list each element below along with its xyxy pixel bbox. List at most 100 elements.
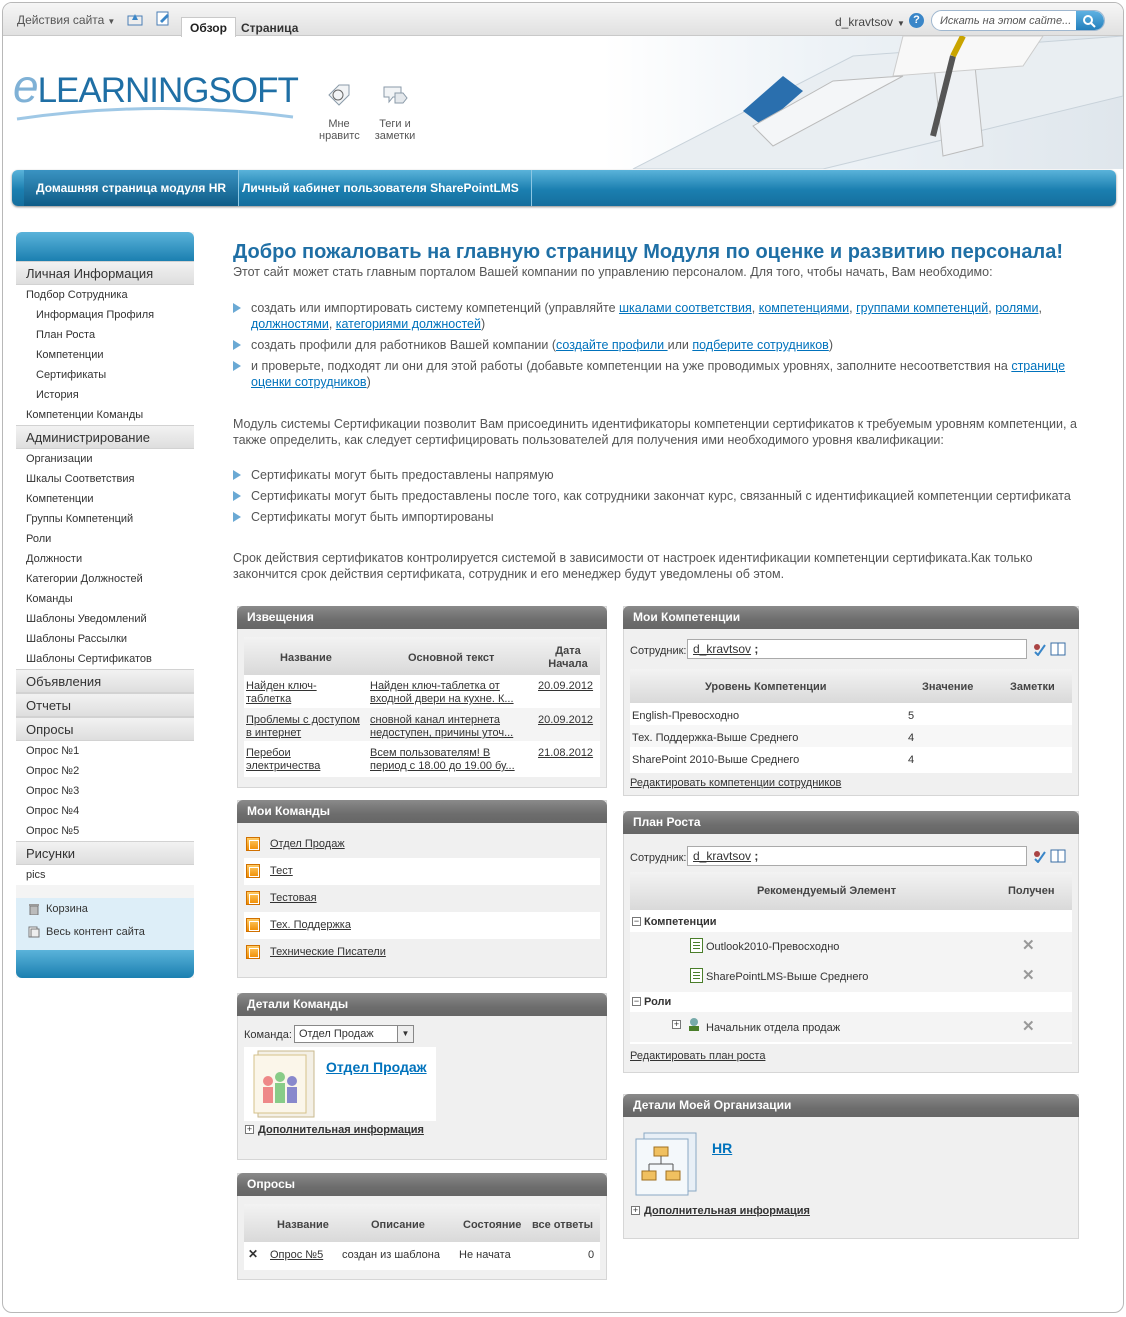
all-site-content-link[interactable]: Весь контент сайта: [16, 921, 194, 944]
nav-hr-home[interactable]: Домашняя страница модуля HR: [24, 170, 240, 206]
link-select-employees[interactable]: подберите сотрудников: [692, 338, 828, 352]
col-received[interactable]: Получен: [1008, 885, 1054, 898]
sidebar-item-teams[interactable]: Команды: [16, 589, 194, 609]
team-name-link[interactable]: Отдел Продаж: [326, 1059, 427, 1075]
col-value[interactable]: Значение: [922, 681, 973, 694]
sidebar-heading-admin[interactable]: Администрирование: [16, 425, 194, 449]
team-select[interactable]: Отдел Продаж ▼: [294, 1025, 414, 1043]
address-book-icon[interactable]: [1050, 642, 1066, 656]
team-link[interactable]: Технические Писатели: [270, 946, 386, 959]
sidebar-item-notify-templates[interactable]: Шаблоны Уведомлений: [16, 609, 194, 629]
sidebar-item-roles[interactable]: Роли: [16, 529, 194, 549]
col-recommended-item[interactable]: Рекомендуемый Элемент: [757, 885, 896, 898]
col-date[interactable]: Дата Начала: [544, 645, 592, 671]
link-competency-groups[interactable]: группами компетенций: [856, 301, 988, 315]
site-actions-menu[interactable]: Действия сайта ▼: [17, 13, 115, 27]
search-button[interactable]: [1076, 11, 1104, 30]
expand-icon[interactable]: +: [672, 1020, 681, 1029]
team-link[interactable]: Тестовая: [270, 892, 317, 905]
notice-name[interactable]: Проблемы с доступом в интернет: [246, 714, 366, 740]
sidebar-item-employee-selection[interactable]: Подбор Сотрудника: [16, 285, 194, 305]
sidebar-item-survey-2[interactable]: Опрос №2: [16, 761, 194, 781]
link-position-categories[interactable]: категориями должностей: [336, 317, 481, 331]
sidebar-heading-surveys[interactable]: Опросы: [16, 717, 194, 741]
notices-webpart: Извещения Название Основной текст Дата Н…: [237, 606, 607, 788]
team-more-info-link[interactable]: Дополнительная информация: [258, 1124, 424, 1137]
sidebar-heading-pictures[interactable]: Рисунки: [16, 841, 194, 865]
col-body[interactable]: Основной текст: [408, 652, 494, 665]
address-book-icon[interactable]: [1050, 849, 1066, 863]
sidebar-item-competency-groups[interactable]: Группы Компетенций: [16, 509, 194, 529]
employee-picker[interactable]: d_kravtsov ;: [687, 846, 1027, 866]
help-icon[interactable]: ?: [909, 13, 924, 28]
col-survey-desc[interactable]: Описание: [371, 1219, 425, 1232]
sidebar-heading-announcements[interactable]: Объявления: [16, 669, 194, 693]
sidebar-heading-reports[interactable]: Отчеты: [16, 693, 194, 717]
sidebar-item-pics[interactable]: pics: [16, 865, 194, 885]
sidebar-item-history[interactable]: История: [16, 385, 194, 405]
team-link[interactable]: Тест: [270, 865, 293, 878]
sidebar-item-position-categories[interactable]: Категории Должностей: [16, 569, 194, 589]
sidebar-item-profile-info[interactable]: Информация Профиля: [16, 305, 194, 325]
edit-growth-plan-link[interactable]: Редактировать план роста: [630, 1050, 765, 1063]
collapse-icon[interactable]: −: [632, 917, 641, 926]
sidebar-item-positions[interactable]: Должности: [16, 549, 194, 569]
sidebar-item-team-competencies[interactable]: Компетенции Команды: [16, 405, 194, 425]
sidebar-item-organizations[interactable]: Организации: [16, 449, 194, 469]
edit-page-icon[interactable]: [155, 11, 171, 26]
tab-page[interactable]: Страница: [241, 21, 298, 35]
notice-name[interactable]: Найден ключ-таблетка: [246, 680, 346, 706]
expand-icon[interactable]: +: [245, 1125, 254, 1134]
sidebar-item-survey-4[interactable]: Опрос №4: [16, 801, 194, 821]
group-roles: Роли: [644, 996, 672, 1008]
sidebar-heading-personal[interactable]: Личная Информация: [16, 261, 194, 285]
sidebar-item-certificates[interactable]: Сертификаты: [16, 365, 194, 385]
nav-user-cabinet[interactable]: Личный кабинет пользователя SharePointLM…: [230, 170, 532, 206]
tags-notes-button[interactable]: Теги и заметки: [369, 81, 421, 142]
team-link[interactable]: Тех. Поддержка: [270, 919, 351, 932]
sidebar-item-admin-competencies[interactable]: Компетенции: [16, 489, 194, 509]
col-notes[interactable]: Заметки: [1010, 681, 1055, 694]
org-more-info-link[interactable]: Дополнительная информация: [644, 1205, 810, 1218]
sidebar-item-competencies[interactable]: Компетенции: [16, 345, 194, 365]
link-roles[interactable]: ролями: [995, 301, 1038, 315]
sidebar-item-mail-templates[interactable]: Шаблоны Рассылки: [16, 629, 194, 649]
user-menu[interactable]: d_kravtsov ▼: [835, 15, 905, 29]
recycle-bin-link[interactable]: Корзина: [16, 898, 194, 921]
sidebar-item-survey-5[interactable]: Опрос №5: [16, 821, 194, 841]
expand-icon[interactable]: +: [631, 1206, 640, 1215]
check-names-icon[interactable]: [1032, 849, 1046, 863]
link-positions[interactable]: должностями: [251, 317, 329, 331]
survey-close-icon[interactable]: ✕: [248, 1248, 258, 1261]
i-like-it-button[interactable]: Мне нравитс: [319, 81, 360, 142]
sidebar-item-growth-plan[interactable]: План Роста: [16, 325, 194, 345]
competency-level: English-Превосходно: [632, 710, 740, 722]
notice-name[interactable]: Перебои электричества: [246, 747, 346, 773]
edit-competencies-link[interactable]: Редактировать компетенции сотрудников: [630, 777, 841, 790]
sidebar-item-scales[interactable]: Шкалы Соответствия: [16, 469, 194, 489]
sidebar-item-survey-1[interactable]: Опрос №1: [16, 741, 194, 761]
notice-body[interactable]: Найден ключ-таблетка от входной двери на…: [370, 680, 520, 706]
col-survey-status[interactable]: Состояние: [463, 1219, 521, 1232]
col-survey-answers[interactable]: все ответы: [532, 1219, 593, 1232]
check-names-icon[interactable]: [1032, 642, 1046, 656]
notice-body[interactable]: Всем пользователям! В период с 18.00 до …: [370, 747, 520, 773]
link-competencies[interactable]: компетенциями: [759, 301, 849, 315]
org-name-link[interactable]: HR: [712, 1140, 732, 1156]
search-input[interactable]: [940, 13, 1074, 28]
tab-browse[interactable]: Обзор: [181, 17, 236, 37]
survey-link[interactable]: Опрос №5: [270, 1249, 323, 1262]
notice-body[interactable]: сновной канал интернета недоступен, прич…: [370, 714, 520, 740]
col-competency-level[interactable]: Уровень Компетенции: [705, 681, 827, 694]
navigate-up-icon[interactable]: [127, 11, 143, 26]
link-scales[interactable]: шкалами соответствия: [619, 301, 752, 315]
col-survey-name[interactable]: Название: [277, 1219, 329, 1232]
collapse-icon[interactable]: −: [632, 997, 641, 1006]
link-create-profiles[interactable]: создайте профили: [556, 338, 668, 352]
employee-picker[interactable]: d_kravtsov ;: [687, 639, 1027, 659]
sidebar-item-cert-templates[interactable]: Шаблоны Сертификатов: [16, 649, 194, 669]
col-name[interactable]: Название: [280, 652, 332, 665]
team-link[interactable]: Отдел Продаж: [270, 838, 345, 851]
sidebar-item-survey-3[interactable]: Опрос №3: [16, 781, 194, 801]
like-tag-icon: [328, 84, 350, 106]
